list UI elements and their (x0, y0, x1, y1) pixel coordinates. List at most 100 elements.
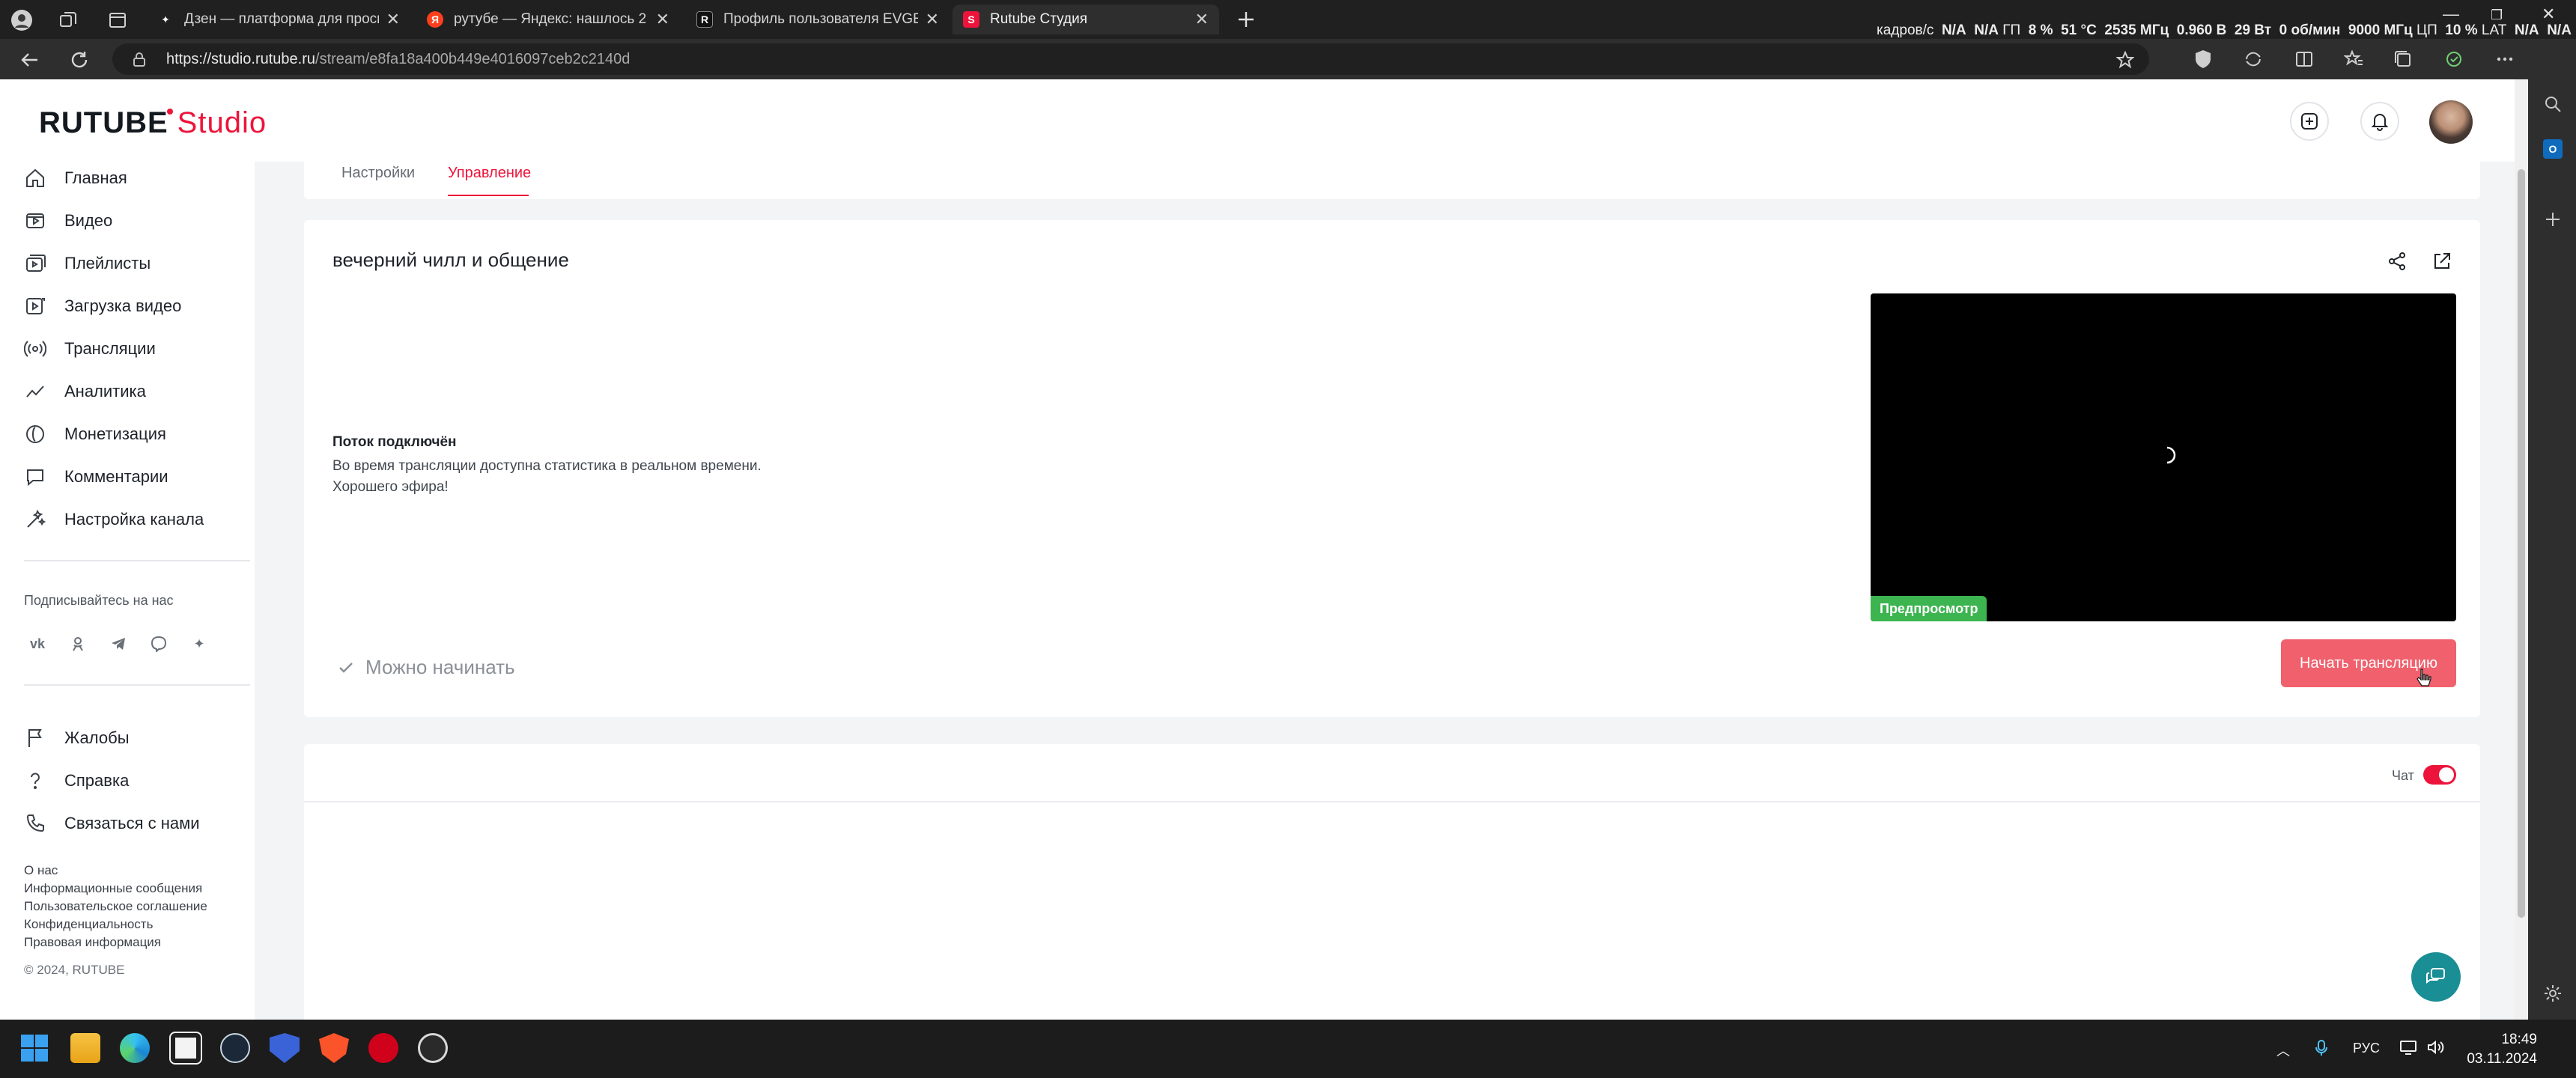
workspaces-icon[interactable] (58, 10, 78, 30)
show-hidden-icons[interactable]: ︿ (2276, 1041, 2290, 1060)
game-app-icon[interactable] (368, 1033, 398, 1063)
footer-link-agreement[interactable]: Пользовательское соглашение (24, 899, 207, 914)
outlook-icon[interactable]: O (2543, 139, 2563, 159)
network-icon[interactable] (2399, 1039, 2417, 1056)
footer-link-about[interactable]: О нас (24, 863, 58, 878)
sidebar-item-home[interactable]: Главная (24, 163, 127, 193)
rutube-studio-logo[interactable]: RUTUBE Studio (39, 106, 267, 140)
close-tab-icon[interactable]: ✕ (926, 10, 939, 29)
search-icon[interactable] (2543, 94, 2563, 114)
open-external-icon[interactable] (2431, 250, 2453, 272)
url-host: https://studio.rutube.ru (166, 51, 316, 67)
steam-icon[interactable] (220, 1033, 250, 1063)
sidebar-item-analytics[interactable]: Аналитика (24, 377, 146, 406)
preview-badge: Предпросмотр (1871, 596, 1987, 621)
store-icon[interactable] (169, 1032, 202, 1065)
viber-icon[interactable] (144, 629, 174, 659)
ok-icon[interactable] (63, 629, 93, 659)
minimize-button[interactable]: — (2443, 4, 2459, 24)
close-tab-icon[interactable]: ✕ (1195, 10, 1209, 29)
sidebar-item-monetization[interactable]: Монетизация (24, 419, 166, 449)
page-scrollbar[interactable] (2515, 79, 2528, 1020)
tab-actions-icon[interactable] (108, 10, 127, 30)
sidebar-item-label: Плейлисты (64, 254, 151, 272)
site-info-icon[interactable] (132, 52, 147, 67)
sidebar-item-contact[interactable]: Связаться с нами (24, 808, 200, 838)
sidebar-settings-icon[interactable] (2543, 984, 2563, 1003)
avatar[interactable] (2429, 100, 2473, 144)
favorite-star-icon[interactable] (2116, 51, 2134, 69)
back-icon[interactable] (19, 49, 40, 70)
split-screen-icon[interactable] (2294, 49, 2314, 69)
footer-link-info[interactable]: Информационные сообщения (24, 881, 202, 896)
taskbar-clock[interactable]: 18:49 03.11.2024 (2455, 1030, 2537, 1069)
stream-tabs: Настройки Управление (304, 160, 2480, 199)
tab-settings[interactable]: Настройки (341, 165, 415, 182)
sidebar-item-label: Загрузка видео (64, 296, 182, 315)
windows-start-icon[interactable] (19, 1033, 49, 1063)
microphone-icon[interactable] (2314, 1039, 2329, 1057)
browser-tab-strip: ✦ Дзен — платформа для просмо ✕ Я рутубе… (0, 0, 2576, 39)
analytics-icon (26, 386, 44, 398)
sidebar-item-upload[interactable]: Загрузка видео (24, 291, 181, 321)
browser-tab-profile[interactable]: R Профиль пользователя EVGEN P ✕ (686, 4, 950, 34)
close-tab-icon[interactable]: ✕ (656, 10, 669, 29)
share-icon[interactable] (2386, 250, 2408, 272)
sidebar-item-help[interactable]: Справка (24, 766, 129, 796)
profile-icon[interactable] (10, 9, 33, 31)
browser-sidebar: O (2528, 79, 2576, 1020)
volume-icon[interactable] (2426, 1039, 2444, 1056)
new-tab-icon[interactable] (1236, 9, 1257, 30)
scrollbar-thumb[interactable] (2518, 169, 2525, 918)
stream-status-text: Во время трансляции доступна статистика … (332, 458, 762, 474)
ready-status: Можно начинать (337, 656, 515, 679)
chat-label: Чат (2392, 768, 2414, 783)
edge-icon[interactable] (120, 1033, 150, 1063)
browser-tab-yandex[interactable]: Я рутубе — Яндекс: нашлось 2 млн ✕ (416, 4, 680, 34)
restore-button[interactable]: ❐ (2491, 7, 2503, 23)
sidebar-item-video[interactable]: Видео (24, 206, 112, 236)
footer-link-legal[interactable]: Правовая информация (24, 935, 161, 950)
comments-icon (27, 469, 43, 487)
add-sidebar-app-icon[interactable] (2543, 210, 2563, 229)
collections-icon[interactable] (2393, 49, 2413, 69)
sidebar-item-comments[interactable]: Комментарии (24, 462, 168, 492)
sidebar-item-label: Видео (64, 211, 113, 230)
brave-shield-icon[interactable] (2194, 49, 2212, 69)
notifications-button[interactable] (2360, 102, 2399, 141)
loading-spinner-icon (2166, 446, 2176, 464)
sidebar-item-playlists[interactable]: Плейлисты (24, 249, 151, 278)
close-window-button[interactable]: ✕ (2542, 4, 2555, 24)
browser-tab-dzen[interactable]: ✦ Дзен — платформа для просмо ✕ (147, 4, 410, 34)
browser-tab-rutube-studio[interactable]: S Rutube Студия ✕ (953, 4, 1219, 34)
refresh-page-icon[interactable] (2244, 49, 2263, 69)
chat-toggle[interactable] (2423, 765, 2456, 785)
reload-icon[interactable] (69, 49, 90, 70)
channel-settings-icon (27, 509, 46, 528)
security-app-icon[interactable] (270, 1033, 300, 1063)
browser-menu-icon[interactable] (2495, 49, 2515, 69)
vk-icon[interactable]: vk (22, 629, 52, 659)
support-chat-button[interactable] (2411, 952, 2461, 1002)
add-content-button[interactable] (2290, 102, 2329, 141)
footer-link-privacy[interactable]: Конфиденциальность (24, 917, 153, 932)
language-indicator[interactable]: РУС (2353, 1041, 2380, 1056)
stream-status-wish: Хорошего эфира! (332, 479, 449, 495)
r-icon: R (696, 11, 713, 28)
chrome-icon[interactable] (418, 1033, 448, 1063)
tab-management[interactable]: Управление (448, 165, 531, 182)
sidebar-item-broadcasts[interactable]: Трансляции (24, 334, 156, 364)
stream-preview-player[interactable] (1871, 293, 2456, 621)
close-tab-icon[interactable]: ✕ (386, 10, 400, 29)
file-explorer-icon[interactable] (70, 1033, 100, 1063)
stream-title: вечерний чилл и общение (332, 249, 569, 271)
monetization-icon (26, 425, 44, 443)
vpn-extension-icon[interactable] (2444, 49, 2465, 69)
brave-icon[interactable] (319, 1033, 349, 1063)
sidebar-item-complaints[interactable]: Жалобы (24, 723, 130, 753)
favorites-icon[interactable] (2344, 49, 2363, 69)
address-bar[interactable]: https://studio.rutube.ru/stream/e8fa18a4… (112, 43, 2149, 75)
sidebar-item-channel-settings[interactable]: Настройка канала (24, 505, 204, 535)
telegram-icon[interactable] (103, 629, 133, 659)
zen-icon[interactable]: ✦ (184, 629, 214, 659)
